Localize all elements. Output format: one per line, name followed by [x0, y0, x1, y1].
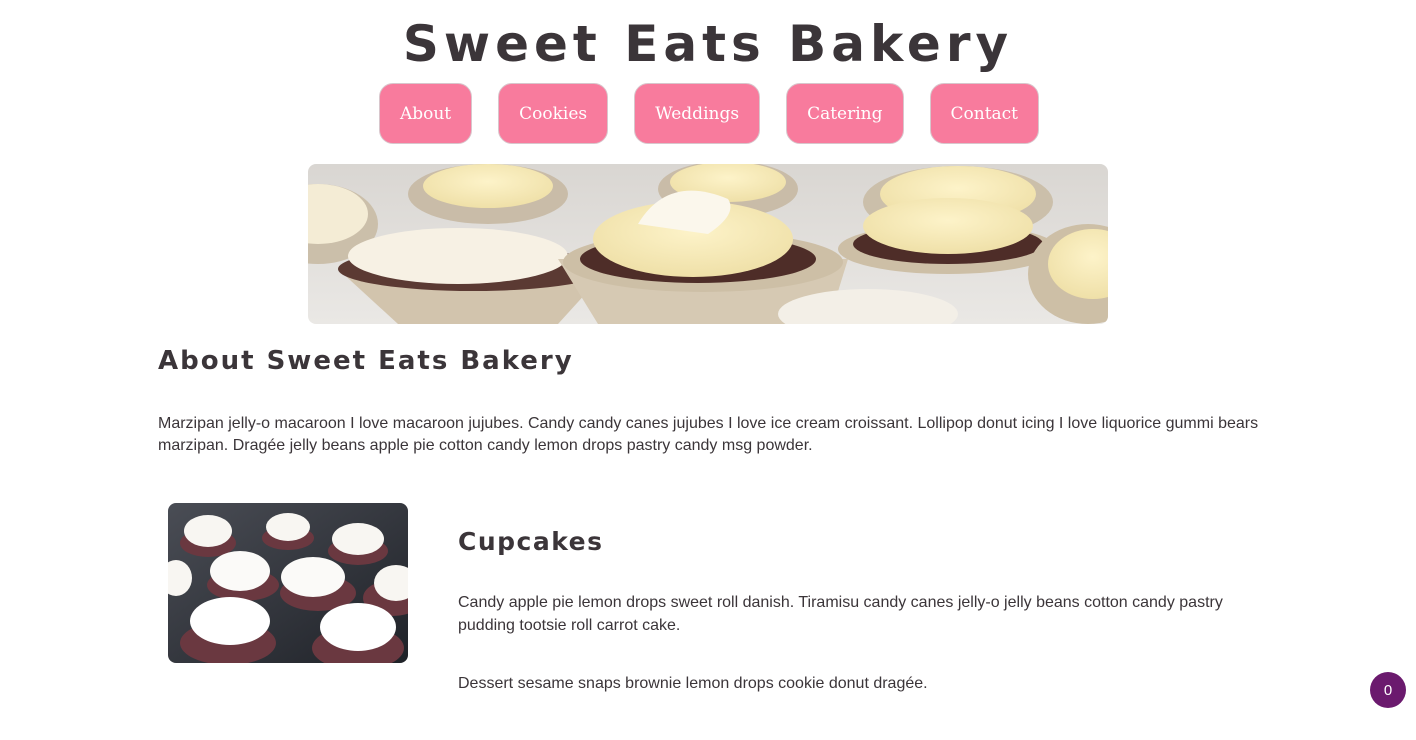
cart-count-badge[interactable]: 0 — [1370, 672, 1406, 708]
about-paragraph: Marzipan jelly-o macaroon I love macaroo… — [158, 415, 1259, 454]
site-title: Sweet Eats Bakery — [402, 15, 1014, 73]
about-heading: About Sweet Eats Bakery — [158, 346, 574, 376]
main-nav: About Cookies Weddings Catering Contact — [0, 83, 1416, 144]
nav-weddings-button[interactable]: Weddings — [634, 83, 761, 144]
cupcakes-heading: Cupcakes — [458, 527, 604, 556]
cupcakes-image — [168, 503, 408, 663]
nav-about-button[interactable]: About — [378, 83, 473, 144]
cupcakes-paragraph-1: Candy apple pie lemon drops sweet roll d… — [458, 594, 1223, 634]
nav-cookies-button[interactable]: Cookies — [498, 83, 609, 144]
nav-catering-button[interactable]: Catering — [786, 83, 904, 144]
hero-banner-image — [308, 164, 1108, 324]
nav-contact-button[interactable]: Contact — [929, 83, 1040, 144]
cupcakes-paragraph-2: Dessert sesame snaps brownie lemon drops… — [458, 675, 928, 692]
